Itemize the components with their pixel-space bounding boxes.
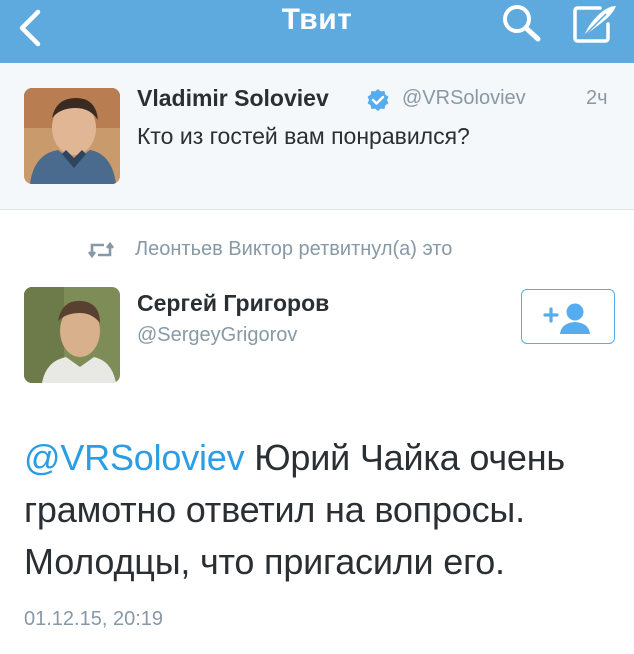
tweet-text: @VRSoloviev Юрий Чайка очень грамотно от… [24, 432, 624, 588]
tweet-date: 01.12.15, 20:19 [24, 608, 164, 630]
tweet-line-1: @VRSoloviev Юрий Чайка очень [24, 432, 624, 484]
search-button[interactable] [500, 4, 546, 44]
compose-button[interactable] [570, 2, 620, 46]
reply-tweet[interactable]: Vladimir Soloviev @VRSoloviev 2ч Кто из … [0, 63, 634, 210]
follow-button[interactable] [521, 289, 615, 344]
author-name[interactable]: Сергей Григоров [137, 290, 329, 317]
profile-photo [24, 88, 120, 184]
search-icon [503, 5, 541, 42]
avatar[interactable] [24, 287, 120, 383]
tweet-line-1-rest: Юрий Чайка очень [244, 437, 565, 478]
retweet-label: Леонтьев Виктор ретвитнул(а) это [135, 238, 453, 260]
author-name[interactable]: Vladimir Soloviev [137, 85, 329, 112]
verified-badge-icon [367, 89, 389, 111]
profile-photo [24, 287, 120, 383]
author-handle[interactable]: @VRSoloviev [402, 87, 526, 110]
chevron-left-icon [19, 9, 41, 47]
author-handle[interactable]: @SergeyGrigorov [137, 324, 297, 347]
navigation-bar: Твит [0, 0, 634, 63]
add-user-icon [543, 303, 590, 334]
avatar[interactable] [24, 88, 120, 184]
tweet-line-2: грамотно ответил на вопросы. [24, 489, 525, 530]
retweet-icon [88, 241, 114, 259]
compose-icon [573, 6, 616, 43]
back-button[interactable] [14, 6, 50, 52]
tweet-text: Кто из гостей вам понравился? [137, 123, 470, 149]
tweet-timestamp: 2ч [586, 87, 608, 109]
tweet-line-3: Молодцы, что пригасили его. [24, 541, 505, 582]
mention-link[interactable]: @VRSoloviev [24, 437, 245, 478]
